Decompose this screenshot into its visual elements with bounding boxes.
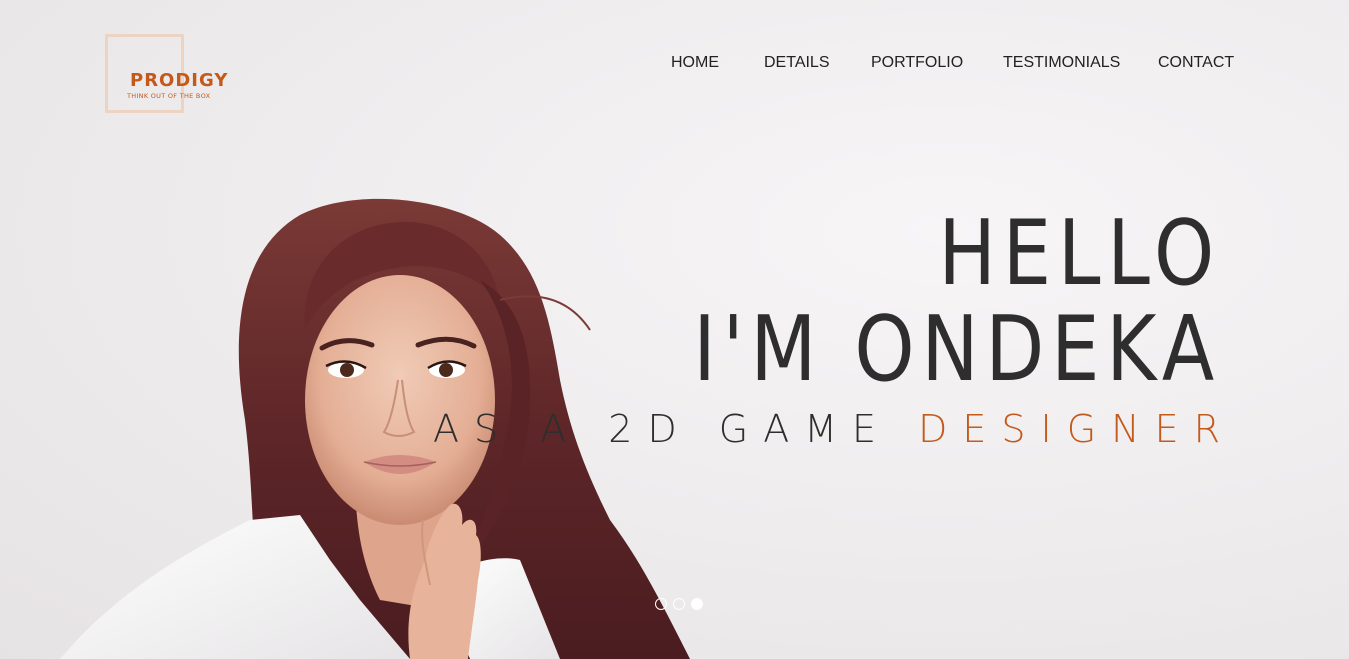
nav-item-testimonials[interactable]: TESTIMONIALS	[1003, 52, 1120, 74]
headline-role-accent: DESIGNER	[918, 407, 1235, 451]
nav-item-home[interactable]: HOME	[671, 52, 719, 74]
main-nav: HOME DETAILS PORTFOLIO TESTIMONIALS CONT…	[0, 52, 1349, 76]
nav-item-details[interactable]: DETAILS	[764, 52, 830, 74]
slider-dot-2[interactable]	[673, 598, 685, 610]
hero-headline: HELLO I'M ONDEKA AS A 2D GAME DESIGNER	[433, 201, 1221, 451]
slider-dot-3[interactable]	[691, 598, 703, 610]
headline-greeting: HELLO	[938, 201, 1221, 306]
logo-tagline: THINK OUT OF THE BOX	[127, 92, 211, 100]
headline-role-prefix: AS A 2D GAME	[433, 407, 919, 451]
nav-item-portfolio[interactable]: PORTFOLIO	[871, 52, 963, 74]
hero-section: PRODIGY THINK OUT OF THE BOX HOME DETAIL…	[0, 0, 1349, 659]
slider-pagination	[655, 598, 703, 612]
headline-role: AS A 2D GAME DESIGNER	[433, 408, 1235, 450]
slider-dot-1[interactable]	[655, 598, 667, 610]
headline-name: I'M ONDEKA	[693, 297, 1221, 402]
nav-item-contact[interactable]: CONTACT	[1158, 52, 1234, 74]
